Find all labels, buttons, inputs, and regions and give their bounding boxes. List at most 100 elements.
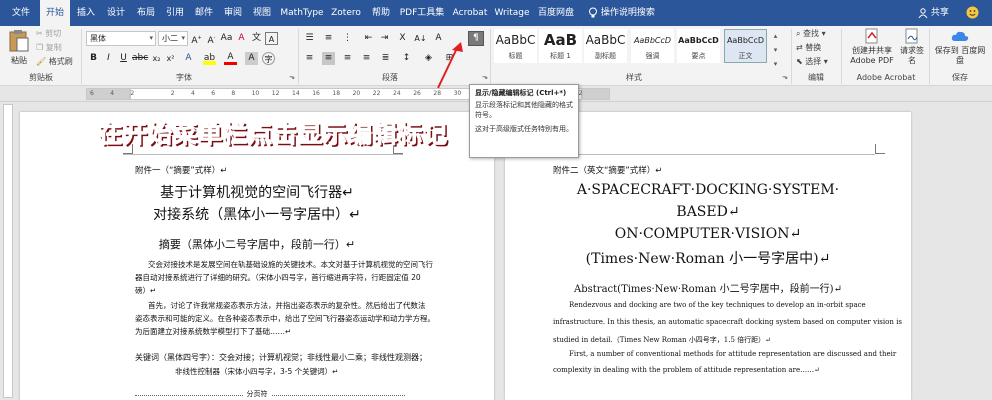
bold-icon[interactable]: B <box>87 52 100 65</box>
clear-format-icon[interactable]: A <box>235 32 248 45</box>
tab-acrobat[interactable]: Acrobat <box>451 0 489 26</box>
bullets-icon[interactable]: ☰ <box>303 32 316 45</box>
tab-insert[interactable]: 插入 <box>72 0 100 26</box>
tab-view[interactable]: 视图 <box>248 0 276 26</box>
shrink-font-icon[interactable]: A- <box>205 32 218 46</box>
body-line: 器自动对接系统进行了详细的研究。（宋体小四号字，首行缩进两字符，行距固定值 20 <box>135 273 421 282</box>
replace-label: 替换 <box>805 43 822 52</box>
decrease-indent-icon[interactable]: ⇤ <box>362 32 375 45</box>
body-line: complexity in dealing with the problem o… <box>553 366 820 374</box>
share-button[interactable]: 共享 <box>918 0 949 26</box>
tab-mathtype[interactable]: MathType <box>279 0 325 26</box>
phonetic-guide-icon[interactable]: 文 <box>250 32 263 45</box>
underline-icon[interactable]: U <box>117 52 130 65</box>
subscript-icon[interactable]: x₂ <box>150 52 163 65</box>
tab-help[interactable]: 帮助 <box>367 0 395 26</box>
tab-home[interactable]: 开始 <box>40 0 70 26</box>
line-spacing-icon[interactable]: ↕ <box>400 52 413 65</box>
document-page-left[interactable]: 附件一（“摘要”式样）↵ 基于计算机视觉的空间飞行器↵ 对接系统（黑体小一号字居… <box>20 112 494 400</box>
group-divider <box>841 29 842 84</box>
clipboard-group-label: 剪贴板 <box>29 73 53 82</box>
body-line: infrastructure. In this thesis, an autom… <box>553 318 902 326</box>
font-name-dropdown[interactable]: 黑体 ▾ <box>86 31 156 46</box>
cursor-icon: ⬉ <box>796 57 803 66</box>
justify-icon[interactable]: ≡ <box>360 52 373 65</box>
chevron-down-icon: ▾ <box>181 34 185 42</box>
copy-button[interactable]: ❐ 复制 <box>36 41 62 55</box>
grow-font-icon[interactable]: A+ <box>190 32 203 46</box>
styles-scroll[interactable]: ▴ ▾ ▾ <box>770 29 781 71</box>
strikethrough-icon[interactable]: abc <box>132 52 148 65</box>
request-signature-button[interactable]: 请求签名 <box>899 28 925 72</box>
highlight-icon[interactable]: ab <box>203 52 216 65</box>
select-button[interactable]: ⬉ 选择 ▾ <box>796 55 828 69</box>
style-sample: AaBbC <box>585 33 626 47</box>
styles-dialog-launcher-icon[interactable]: ⬎ <box>782 70 788 84</box>
body-line: First, a number of conventional methods … <box>569 350 897 358</box>
font-size-dropdown[interactable]: 小二 ▾ <box>158 31 188 46</box>
acrobat-group-label: Adobe Acrobat <box>856 73 916 82</box>
doc-title-line2: 对接系统（黑体小一号字居中）↵ <box>153 207 361 223</box>
tell-me-box[interactable]: 操作说明搜索 <box>588 0 655 26</box>
tab-design[interactable]: 设计 <box>102 0 130 26</box>
align-left-icon[interactable]: ≡ <box>303 52 316 65</box>
replace-button[interactable]: ⇄ 替换 <box>796 41 821 55</box>
tab-writage[interactable]: Writage <box>494 0 530 26</box>
tab-file[interactable]: 文件 <box>4 0 38 26</box>
replace-icon: ⇄ <box>796 43 803 52</box>
style-strong[interactable]: AaBbCcD 要点 <box>677 29 720 63</box>
cut-button[interactable]: ✂ 剪切 <box>36 27 61 41</box>
align-center-icon[interactable]: ≡ <box>322 52 335 65</box>
style-emphasis[interactable]: AaBbCcD 强调 <box>631 29 674 63</box>
ruler-number: 14 <box>292 90 300 97</box>
paste-button[interactable]: 粘贴 <box>6 29 32 69</box>
tab-baidu-netdisk[interactable]: 百度网盘 <box>536 0 576 26</box>
paragraph-dialog-launcher-icon[interactable]: ⬎ <box>482 70 488 84</box>
align-right-icon[interactable]: ≡ <box>341 52 354 65</box>
smiley-feedback-icon[interactable] <box>966 0 979 26</box>
appendix-label: 附件一（“摘要”式样）↵ <box>135 166 228 176</box>
enclosed-char-icon[interactable]: 字 <box>262 52 275 65</box>
style-subtitle[interactable]: AaBbC 副标题 <box>584 29 627 63</box>
tab-mailings[interactable]: 邮件 <box>190 0 218 26</box>
tab-pdf-tools[interactable]: PDF工具集 <box>397 0 447 26</box>
search-icon: ⌕ <box>796 29 801 38</box>
style-normal[interactable]: AaBbCcD 正文 <box>724 29 767 63</box>
show-hide-marks-icon[interactable]: ¶ <box>468 31 484 46</box>
character-shading-icon[interactable]: A <box>245 52 258 65</box>
numbering-icon[interactable]: ≡ <box>322 32 335 45</box>
body-line: 磅）↵ <box>135 286 157 295</box>
tab-layout[interactable]: 布局 <box>132 0 160 26</box>
distributed-icon[interactable]: ≣ <box>379 52 392 65</box>
style-heading-1[interactable]: AaB 标题 1 <box>539 29 582 63</box>
multilevel-list-icon[interactable]: ⋮ <box>341 32 354 45</box>
increase-indent-icon[interactable]: ⇥ <box>378 32 391 45</box>
tab-zotero[interactable]: Zotero <box>329 0 363 26</box>
vertical-ruler[interactable] <box>0 102 16 400</box>
text-effects-icon[interactable]: A <box>182 52 195 65</box>
tooltip-note: 这对于高级版式任务特别有用。 <box>475 125 573 133</box>
paste-label: 粘贴 <box>11 56 27 65</box>
character-border-icon[interactable]: A <box>265 32 278 45</box>
tab-references[interactable]: 引用 <box>161 0 189 26</box>
italic-icon[interactable]: I <box>102 52 115 65</box>
create-share-pdf-button[interactable]: 创建并共享 Adobe PDF <box>845 28 899 72</box>
superscript-icon[interactable]: x² <box>164 52 177 65</box>
chinese-layout-icon[interactable]: X <box>396 32 409 45</box>
show-hide-marks-tooltip: 显示/隐藏编辑标记 (Ctrl+*) 显示段落标记和其他隐藏的格式符号。 这对于… <box>469 84 579 158</box>
save-to-baidu-button[interactable]: 保存到 百度网盘 <box>932 28 988 72</box>
format-painter-button[interactable]: 🖌 格式刷 <box>36 55 73 69</box>
find-label: 查找 <box>803 29 820 38</box>
font-dialog-launcher-icon[interactable]: ⬎ <box>289 70 295 84</box>
change-case-icon[interactable]: Aa <box>220 32 233 45</box>
sort-icon[interactable]: A↓ <box>414 32 427 45</box>
ruler-number: 6 <box>90 90 94 97</box>
font-color-icon[interactable]: A <box>224 52 237 65</box>
style-sample: AaBbCcD <box>678 36 719 45</box>
tab-review[interactable]: 审阅 <box>219 0 247 26</box>
ruler-number: 12 <box>271 90 280 97</box>
find-button[interactable]: ⌕ 查找 ▾ <box>796 27 826 41</box>
style-title[interactable]: AaBbC 标题 <box>494 29 537 63</box>
group-divider <box>81 29 82 84</box>
ruler-number: 4 <box>191 90 195 97</box>
